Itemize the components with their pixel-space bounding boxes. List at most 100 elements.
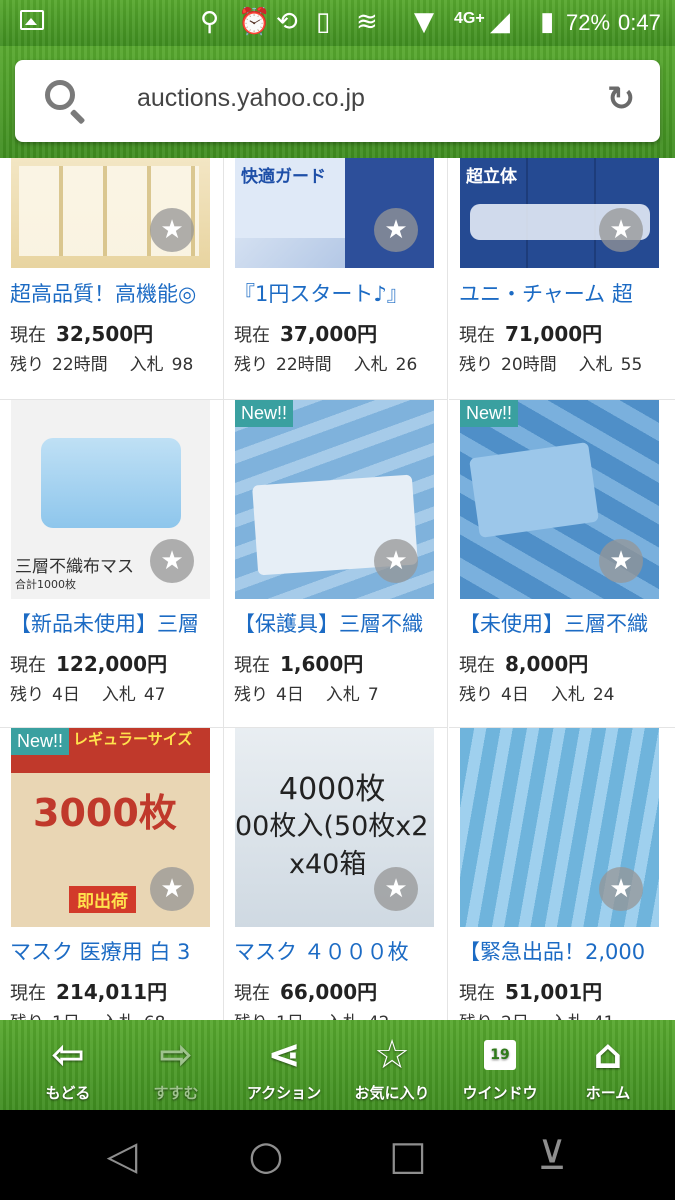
thumb-text: 超立体	[466, 167, 517, 187]
product-image[interactable]: ★	[460, 728, 659, 927]
remaining-label: 残り	[459, 1013, 493, 1020]
listing-card[interactable]: 快適ガード ★ 『1円スタート♪』 現在 37,000円 残り 22時間 入札 26	[224, 158, 448, 400]
action-button[interactable]: ⋖ アクション	[228, 1020, 340, 1110]
share-icon: ⋖	[267, 1032, 301, 1078]
listing-card[interactable]: 三層不織布マス 合計1000枚 ★ 【新品未使用】三層 現在 122,000円 残…	[0, 400, 224, 728]
thumb-subtext: レギュラーサイズ	[73, 730, 193, 748]
favorite-star-icon[interactable]: ★	[374, 867, 418, 911]
remaining-time: 22時間	[52, 355, 108, 375]
network-type: 4G+	[454, 10, 485, 27]
bid-count: 55	[620, 355, 643, 375]
price-label: 現在	[10, 325, 46, 346]
favorites-button[interactable]: ☆ お気に入り	[336, 1020, 448, 1110]
listing-card[interactable]: New!! ★ 【保護具】三層不織 現在 1,600円 残り 4日 入札 7	[224, 400, 448, 728]
favorite-star-icon[interactable]: ★	[150, 867, 194, 911]
current-price: 1,600円	[280, 652, 364, 676]
remaining-time: 20時間	[501, 355, 557, 375]
window-icon: 19	[444, 1032, 556, 1078]
bid-count: 24	[592, 685, 615, 705]
listing-title[interactable]: 【未使用】三層不織	[459, 608, 669, 638]
nav-home-icon[interactable]: ○	[244, 1134, 288, 1178]
current-price: 214,011円	[56, 980, 168, 1004]
url-bar[interactable]: auctions.yahoo.co.jp ↻	[15, 60, 660, 142]
current-price: 122,000円	[56, 652, 168, 676]
forward-arrow-icon: ⇨	[159, 1032, 193, 1078]
favorite-star-icon[interactable]: ★	[150, 539, 194, 583]
listing-title[interactable]: 【新品未使用】三層	[10, 608, 220, 638]
remaining-time: 1日	[276, 1013, 304, 1020]
favorite-star-icon[interactable]: ★	[599, 208, 643, 252]
favorite-star-icon[interactable]: ★	[150, 208, 194, 252]
product-image[interactable]: New!! ★	[235, 400, 434, 599]
star-outline-icon: ☆	[374, 1032, 410, 1078]
listing-card[interactable]: New!! ★ 【未使用】三層不織 現在 8,000円 残り 4日 入札 24	[449, 400, 675, 728]
thumb-text: 三層不織布マス	[15, 557, 134, 577]
back-button[interactable]: ⇦ もどる	[12, 1020, 124, 1110]
listing-title[interactable]: 【保護具】三層不織	[234, 608, 444, 638]
search-icon[interactable]	[45, 80, 75, 110]
favorite-star-icon[interactable]: ★	[599, 539, 643, 583]
listing-card[interactable]: ★ 超高品質！高機能◎ 現在 32,500円 残り 22時間 入札 98	[0, 158, 224, 400]
action-label: アクション	[246, 1084, 322, 1102]
favorite-star-icon[interactable]: ★	[374, 208, 418, 252]
reload-icon[interactable]: ↻	[604, 82, 638, 116]
forward-button[interactable]: ⇨ すすむ	[120, 1020, 232, 1110]
browser-toolbar: ⇦ もどる ⇨ すすむ ⋖ アクション ☆ お気に入り 19 ウインドウ ⌂ ホ…	[0, 1020, 675, 1110]
nav-hide-keyboard-icon[interactable]: ⊻	[530, 1134, 574, 1178]
listing-title[interactable]: 『1円スタート♪』	[234, 278, 444, 308]
home-button[interactable]: ⌂ ホーム	[552, 1020, 664, 1110]
wifi-icon: ▼	[414, 7, 434, 37]
battery-percent: 72%	[566, 10, 611, 35]
window-button[interactable]: 19 ウインドウ	[444, 1020, 556, 1110]
listing-title[interactable]: マスク ４０００枚	[234, 936, 444, 966]
remaining-time: 22時間	[276, 355, 332, 375]
bids-label: 入札	[550, 685, 585, 705]
bid-count: 47	[143, 685, 166, 705]
price-label: 現在	[234, 655, 270, 676]
listing-title[interactable]: ユニ・チャーム 超	[459, 278, 669, 308]
product-image[interactable]: New!! ★	[460, 400, 659, 599]
bid-count: 7	[367, 685, 379, 705]
product-image[interactable]: レギュラーサイズ 3000枚 即出荷 New!! ★	[11, 728, 210, 927]
remaining-time: 2日	[501, 1013, 529, 1020]
remaining-label: 残り	[10, 685, 44, 705]
remaining-time: 4日	[501, 685, 529, 705]
current-price: 37,000円	[280, 322, 378, 346]
listing-card[interactable]: ★ 【緊急出品！2,000 現在 51,001円 残り 2日 入札 41	[449, 728, 675, 1020]
favorite-star-icon[interactable]: ★	[374, 539, 418, 583]
url-text[interactable]: auctions.yahoo.co.jp	[137, 84, 365, 113]
nav-back-icon[interactable]: ◁	[100, 1134, 144, 1178]
window-count: 19	[484, 1040, 516, 1070]
product-image[interactable]: 快適ガード ★	[235, 158, 434, 268]
listing-card[interactable]: レギュラーサイズ 3000枚 即出荷 New!! ★ マスク 医療用 白 3 現…	[0, 728, 224, 1020]
product-image[interactable]: 超立体 ★	[460, 158, 659, 268]
product-image[interactable]: 三層不織布マス 合計1000枚 ★	[11, 400, 210, 599]
listing-title[interactable]: マスク 医療用 白 3	[10, 936, 220, 966]
system-navigation-bar: ◁ ○ □ ⊻	[0, 1110, 675, 1200]
nav-recents-icon[interactable]: □	[386, 1134, 430, 1178]
bids-label: 入札	[578, 355, 613, 375]
favorite-star-icon[interactable]: ★	[599, 867, 643, 911]
bids-label: 入札	[551, 1013, 585, 1020]
remaining-label: 残り	[234, 685, 268, 705]
remaining-time: 1日	[52, 1013, 80, 1020]
bids-label: 入札	[101, 685, 136, 705]
listing-title[interactable]: 【緊急出品！2,000	[459, 936, 669, 966]
listing-card[interactable]: 4000枚 00枚入(50枚x2 x40箱 ★ マスク ４０００枚 現在 66,0…	[224, 728, 448, 1020]
auction-listing-grid: ★ 超高品質！高機能◎ 現在 32,500円 残り 22時間 入札 98 快適ガード ★…	[0, 158, 675, 1020]
current-price: 8,000円	[505, 652, 589, 676]
bid-count: 68	[144, 1013, 166, 1020]
listing-card[interactable]: 超立体 ★ ユニ・チャーム 超 現在 71,000円 残り 20時間 入札 55	[449, 158, 675, 400]
forward-label: すすむ	[153, 1084, 199, 1102]
product-image[interactable]: 4000枚 00枚入(50枚x2 x40箱 ★	[235, 728, 434, 927]
bids-label: 入札	[325, 685, 360, 705]
new-badge: New!!	[460, 400, 519, 427]
product-image[interactable]: ★	[11, 158, 210, 268]
listing-title[interactable]: 超高品質！高機能◎	[10, 278, 220, 308]
bid-count: 26	[395, 355, 418, 375]
new-badge: New!!	[11, 728, 70, 755]
thumb-bottom-text: x40箱	[289, 849, 367, 880]
bids-label: 入札	[102, 1013, 136, 1020]
thumb-text: 3000枚	[33, 791, 177, 835]
remaining-label: 残り	[234, 355, 268, 375]
